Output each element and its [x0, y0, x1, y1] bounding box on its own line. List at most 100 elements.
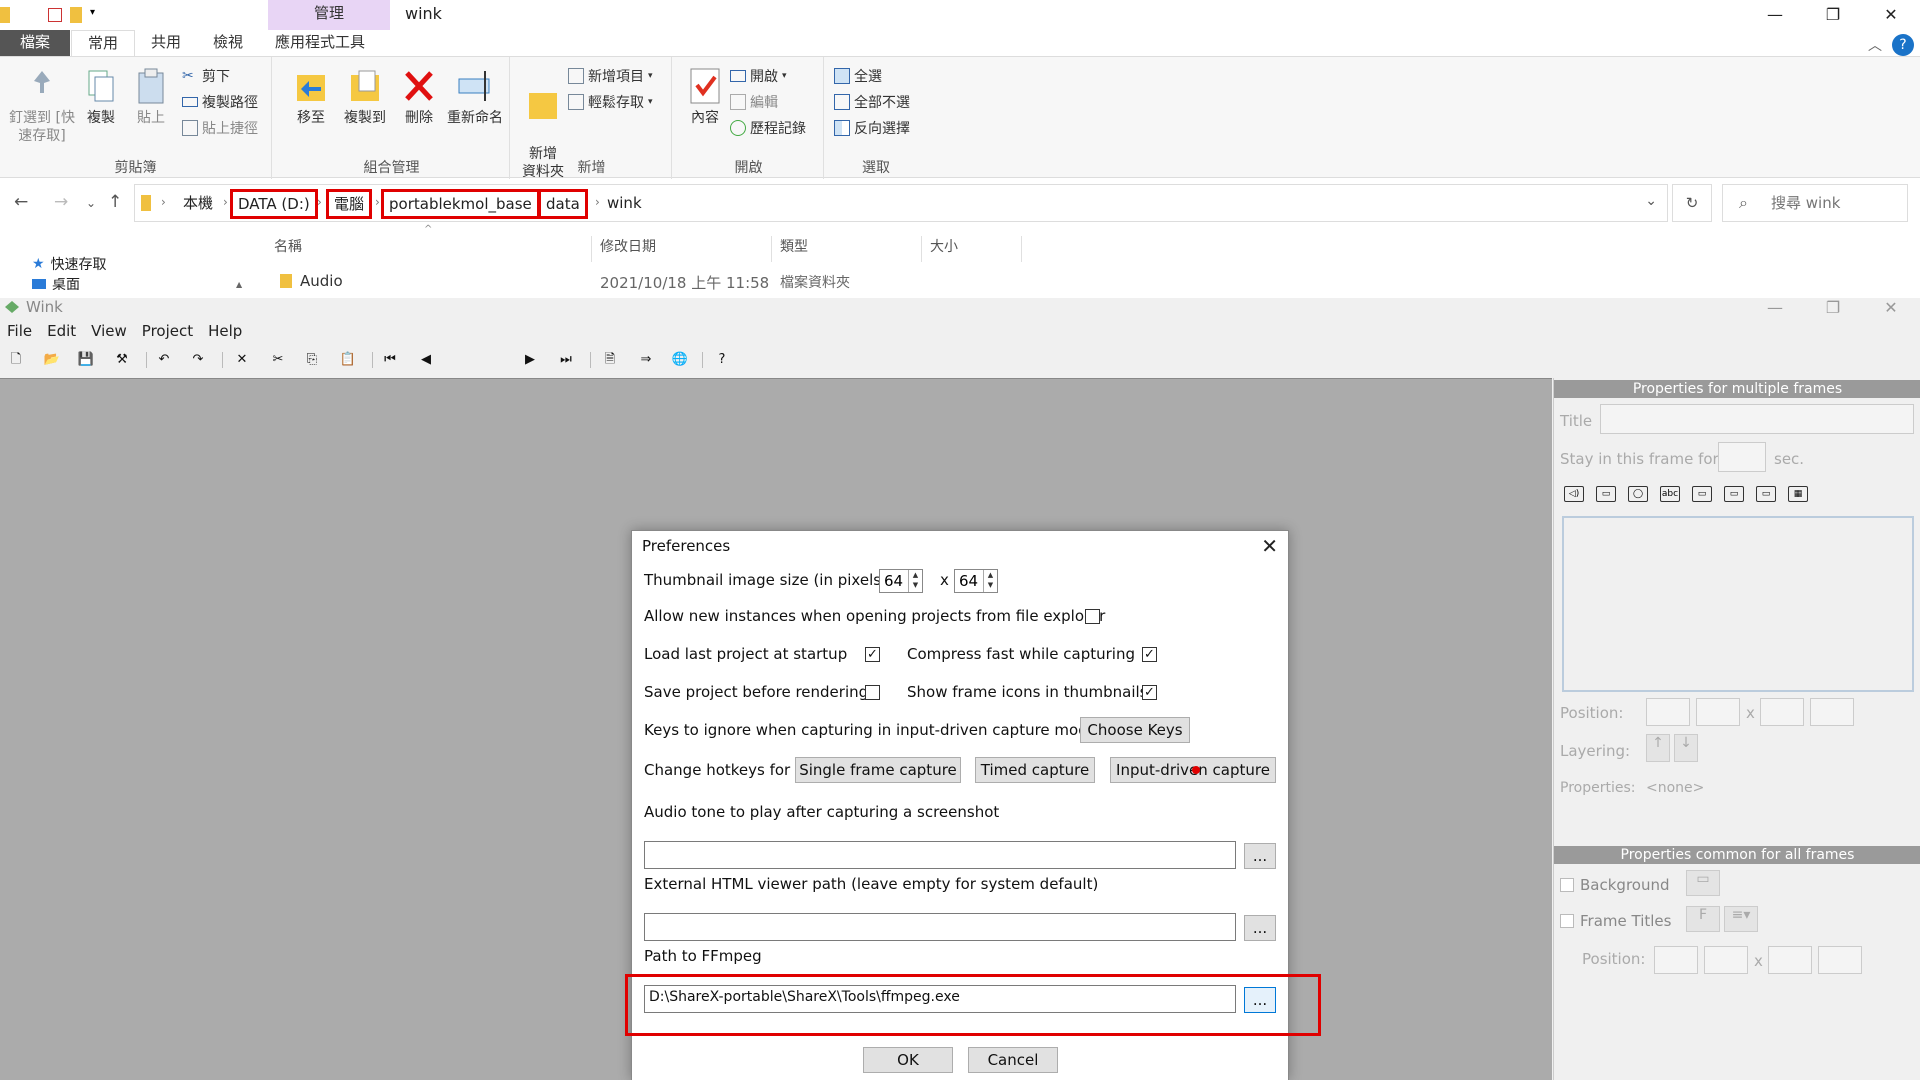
title-size-w-input[interactable] — [1768, 946, 1812, 974]
cut-icon[interactable]: ✂ — [268, 350, 288, 370]
column-header-type[interactable]: 類型 — [780, 236, 922, 262]
new-item-button[interactable]: 新增項目 ▾ — [568, 65, 653, 87]
copy-icon[interactable]: ⎘ — [302, 350, 322, 370]
breadcrumb-this-pc[interactable]: 本機 — [183, 189, 213, 219]
dialog-close-icon[interactable]: ✕ — [1261, 534, 1278, 558]
thumbnail-height-spinner[interactable]: 64 ▲ ▼ — [954, 569, 998, 593]
title-input[interactable] — [1600, 404, 1914, 434]
choose-keys-button[interactable]: Choose Keys — [1080, 717, 1190, 743]
html-viewer-browse-button[interactable]: ... — [1244, 915, 1276, 941]
rename-button[interactable]: 重新命名 — [442, 67, 508, 127]
first-frame-icon[interactable]: ⏮ — [380, 350, 400, 370]
invert-selection-button[interactable]: 反向選擇 — [834, 117, 910, 139]
audio-icon[interactable]: ◁) — [1564, 486, 1584, 502]
properties-check-icon[interactable] — [48, 8, 62, 22]
frame-titles-checkbox[interactable] — [1560, 914, 1574, 928]
close-button[interactable]: ✕ — [1862, 0, 1920, 30]
minimize-button[interactable]: — — [1746, 0, 1804, 30]
column-header-size[interactable]: 大小 — [930, 236, 1022, 262]
save-icon[interactable]: 💾 — [76, 350, 96, 370]
link-button-icon[interactable]: ▭ — [1724, 486, 1744, 502]
spinner-arrows-icon[interactable]: ▲ ▼ — [908, 570, 922, 592]
new-file-icon[interactable]: 🗋 — [6, 350, 26, 370]
menu-project[interactable]: Project — [135, 322, 201, 344]
title-pos-y-input[interactable] — [1704, 946, 1748, 974]
help-icon[interactable]: ? — [1892, 34, 1914, 56]
menu-file[interactable]: File — [0, 322, 40, 344]
address-bar[interactable]: › 本機 › DATA (D:) › 電腦 › portablekmol_bas… — [134, 184, 1668, 222]
grid-icon[interactable]: ▦ — [1788, 486, 1808, 502]
tab-share[interactable]: 共用 — [135, 30, 197, 56]
title-size-h-input[interactable] — [1818, 946, 1862, 974]
text-box-icon[interactable]: abc — [1660, 486, 1680, 502]
thumbnail-width-spinner[interactable]: 64 ▲ ▼ — [879, 569, 923, 593]
tab-home[interactable]: 常用 — [71, 30, 136, 56]
breadcrumb-wink[interactable]: wink — [607, 189, 642, 219]
menu-view[interactable]: View — [84, 322, 135, 344]
column-header-modified[interactable]: 修改日期 — [600, 236, 772, 262]
breadcrumb-portablekmol-base[interactable]: portablekmol_base — [381, 189, 540, 219]
html-viewer-input[interactable] — [649, 917, 1216, 933]
qat-dropdown-icon[interactable]: ▾ — [90, 7, 100, 23]
breadcrumb-data-drive[interactable]: DATA (D:) — [230, 189, 318, 219]
image-icon[interactable]: ▭ — [1596, 486, 1616, 502]
position-y-input[interactable] — [1696, 698, 1740, 726]
tab-app-tools[interactable]: 應用程式工具 — [259, 30, 381, 56]
title-pos-x-input[interactable] — [1654, 946, 1698, 974]
minimize-button[interactable]: — — [1746, 298, 1804, 318]
nav-quick-access[interactable]: ★ 快速存取 — [32, 254, 107, 274]
audio-tone-input[interactable] — [649, 845, 1216, 861]
cancel-button[interactable]: Cancel — [968, 1047, 1058, 1073]
history-button[interactable]: 歷程記錄 — [730, 117, 806, 139]
ok-button[interactable]: OK — [863, 1047, 953, 1073]
collapse-ribbon-icon[interactable]: ︿ — [1868, 35, 1882, 55]
web-icon[interactable]: 🌐 — [670, 350, 690, 370]
search-input[interactable] — [1771, 194, 1901, 212]
preview-icon[interactable]: 🗎 — [600, 350, 620, 370]
redo-icon[interactable]: ↷ — [188, 350, 208, 370]
back-arrow-icon[interactable]: ← — [14, 192, 28, 212]
copy-path-button[interactable]: 複製路徑 — [182, 91, 258, 113]
help-icon[interactable]: ? — [712, 350, 732, 370]
export-arrow-icon[interactable]: ⇒ — [636, 350, 656, 370]
easy-access-button[interactable]: 輕鬆存取 ▾ — [568, 91, 653, 113]
nav-desktop[interactable]: 桌面 — [32, 278, 80, 290]
objects-list[interactable] — [1562, 516, 1914, 692]
forward-arrow-icon[interactable]: → — [54, 192, 68, 212]
align-dropdown[interactable]: ≡▾ — [1724, 906, 1758, 932]
layer-down-button[interactable]: ↓ — [1674, 734, 1698, 762]
refresh-icon[interactable]: ↻ — [1672, 184, 1712, 222]
single-frame-capture-button[interactable]: Single frame capture — [795, 757, 961, 783]
properties-button[interactable]: 內容 — [678, 67, 732, 127]
copy-button[interactable]: 複製 — [74, 67, 128, 127]
undo-icon[interactable]: ↶ — [154, 350, 174, 370]
background-image-button[interactable]: ▭ — [1686, 870, 1720, 896]
edit-button[interactable]: 編輯 — [730, 91, 778, 113]
cut-button[interactable]: ✂ 剪下 — [182, 65, 230, 87]
copy-to-button[interactable]: 複製到 — [338, 67, 392, 127]
audio-tone-browse-button[interactable]: ... — [1244, 843, 1276, 869]
show-icons-checkbox[interactable]: ✓ — [1142, 685, 1157, 700]
maximize-button[interactable]: ❐ — [1804, 0, 1862, 30]
render-icon[interactable]: ⚒ — [112, 350, 132, 370]
shape-icon[interactable]: ▭ — [1756, 486, 1776, 502]
delete-icon[interactable]: ✕ — [232, 350, 252, 370]
last-frame-icon[interactable]: ⏭ — [556, 350, 576, 370]
timed-capture-button[interactable]: Timed capture — [975, 757, 1095, 783]
button-icon[interactable]: ▭ — [1692, 486, 1712, 502]
paste-icon[interactable]: 📋 — [338, 350, 358, 370]
delete-button[interactable]: 刪除 — [392, 67, 446, 127]
layer-up-button[interactable]: ↑ — [1646, 734, 1670, 762]
compress-fast-checkbox[interactable]: ✓ — [1142, 647, 1157, 662]
open-button[interactable]: 開啟 ▾ — [730, 65, 787, 87]
search-box[interactable]: ⌕ — [1722, 184, 1908, 222]
menu-help[interactable]: Help — [201, 322, 250, 344]
allow-instances-checkbox[interactable] — [1085, 609, 1100, 624]
font-button[interactable]: F — [1686, 906, 1720, 932]
breadcrumb-data[interactable]: data — [538, 189, 588, 219]
move-to-button[interactable]: 移至 — [284, 67, 338, 127]
select-all-button[interactable]: 全選 — [834, 65, 882, 87]
audio-tone-field[interactable] — [644, 841, 1236, 869]
recent-dropdown-icon[interactable]: ⌄ — [86, 196, 96, 210]
new-folder-icon[interactable] — [70, 7, 82, 23]
